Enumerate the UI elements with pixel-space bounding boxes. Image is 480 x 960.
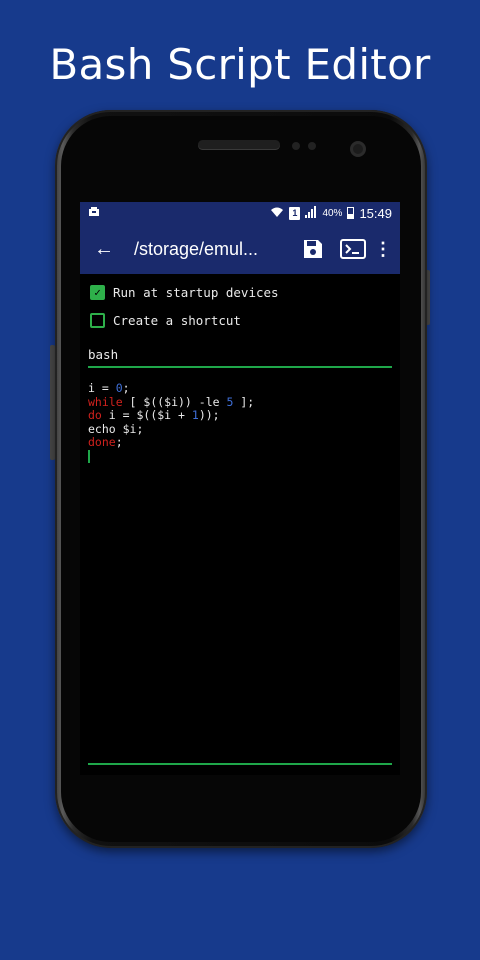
create-shortcut-label: Create a shortcut [113, 312, 241, 328]
phone-sensor [292, 142, 300, 150]
run-at-startup-label: Run at startup devices [113, 284, 279, 300]
save-icon[interactable] [296, 238, 330, 260]
run-at-startup-checkbox[interactable] [90, 284, 105, 300]
back-arrow-icon[interactable]: ← [94, 238, 120, 261]
notification-icon [88, 206, 100, 220]
wifi-icon [270, 206, 284, 221]
code-line: done; [88, 435, 123, 449]
battery-percent: 40% [322, 207, 343, 219]
promo-title: Bash Script Editor [49, 40, 431, 89]
text-cursor [88, 449, 90, 463]
terminal-icon[interactable] [336, 239, 370, 259]
code-line: do i = $(($i + 1)); [88, 408, 220, 422]
phone-sensor [308, 142, 316, 150]
clock: 15:49 [359, 205, 392, 221]
create-shortcut-option[interactable]: Create a shortcut [80, 306, 400, 334]
interpreter-field[interactable]: bash [88, 344, 392, 368]
run-at-startup-option[interactable]: Run at startup devices [80, 278, 400, 306]
battery-icon [347, 207, 355, 219]
sim-icon: 1 [289, 206, 301, 220]
editor-bottom-divider [88, 763, 392, 765]
create-shortcut-checkbox[interactable] [90, 312, 105, 328]
phone-camera [350, 141, 366, 157]
code-line: while [ $(($i)) -le 5 ]; [88, 394, 255, 409]
code-line: i = 0; [88, 381, 130, 395]
phone-screen: 1 40% 15:49 ← /storage/emul... ⋮ Run at … [80, 202, 400, 775]
interpreter-value: bash [88, 347, 119, 362]
app-toolbar: ← /storage/emul... ⋮ [80, 224, 400, 274]
code-editor[interactable]: i = 0; while [ $(($i)) -le 5 ]; do i = $… [88, 381, 392, 463]
phone-speaker [198, 140, 280, 149]
status-bar: 1 40% 15:49 [80, 202, 400, 224]
overflow-menu-icon[interactable]: ⋮ [374, 239, 392, 260]
signal-icon [305, 205, 317, 221]
file-path-title: /storage/emul... [134, 238, 259, 259]
code-line: echo $i; [88, 421, 144, 436]
